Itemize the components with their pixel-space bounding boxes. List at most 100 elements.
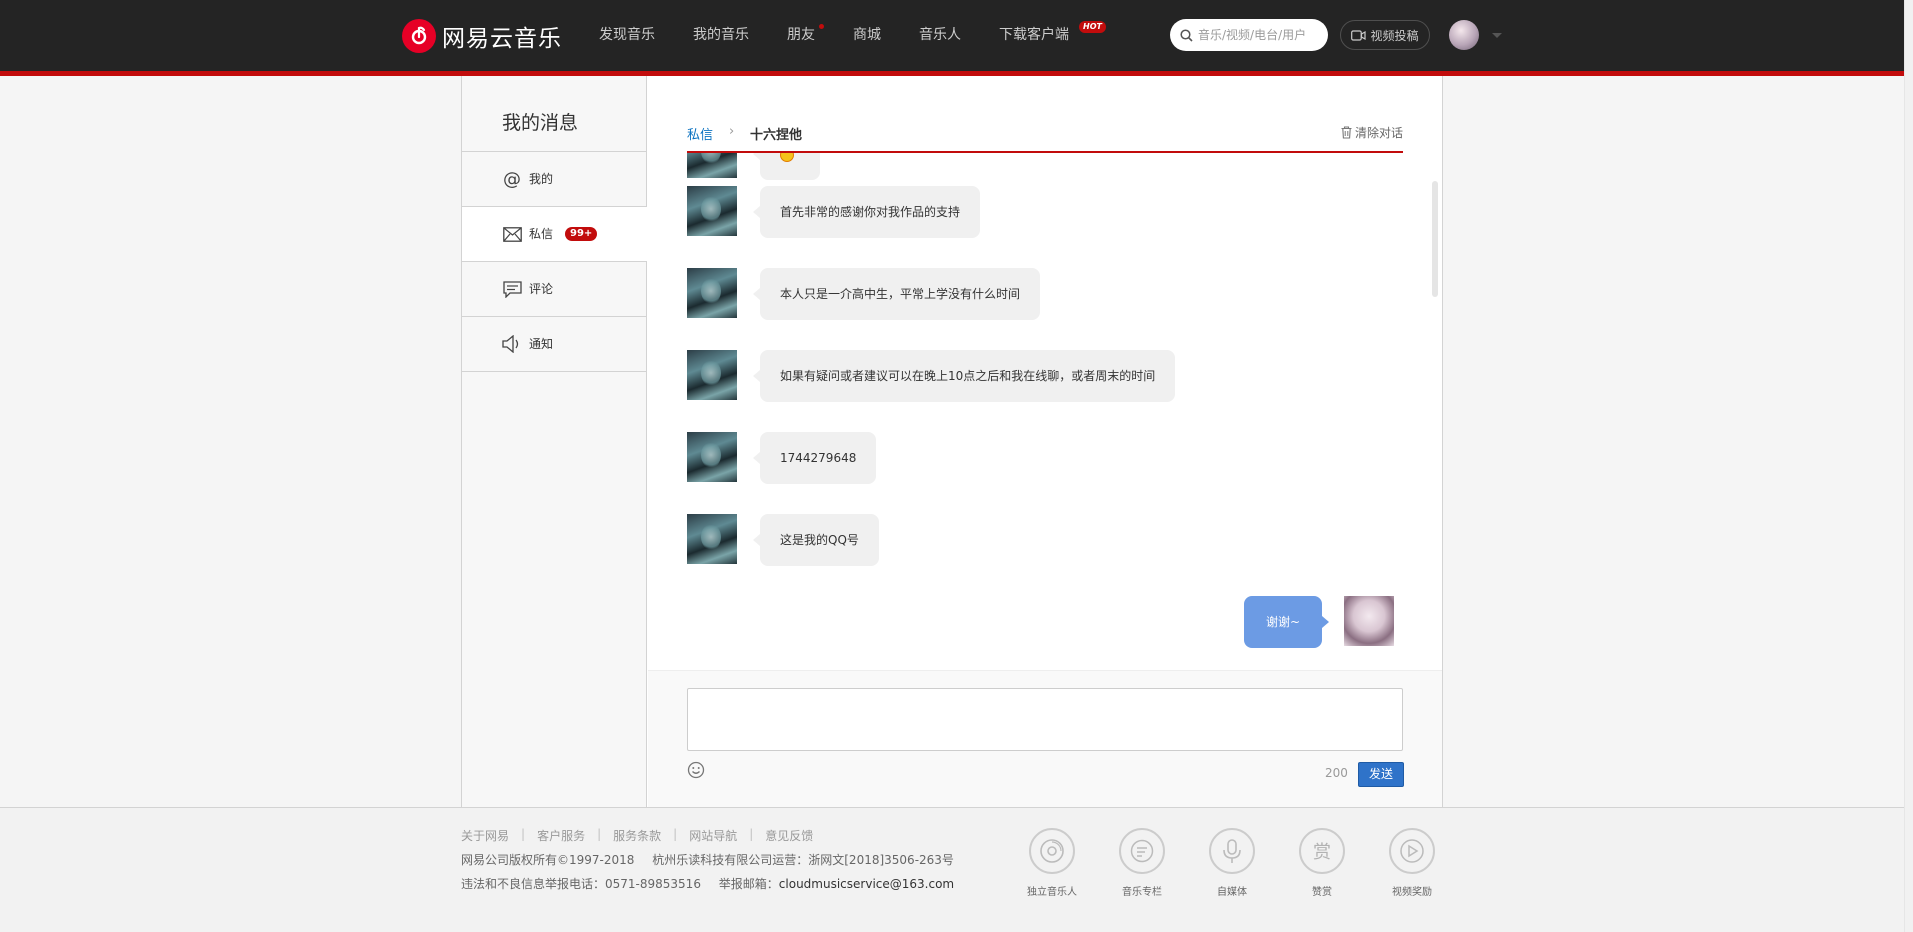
nav-store[interactable]: 商城 <box>834 0 900 71</box>
main-nav: 发现音乐 我的音乐 朋友 商城 音乐人 下载客户端 HOT <box>580 0 1106 71</box>
divider: | <box>749 827 754 841</box>
nav-download[interactable]: 下载客户端 HOT <box>980 0 1106 71</box>
sidebar-item-label: 私信 <box>529 226 554 241</box>
footer-link-terms[interactable]: 服务条款 <box>613 827 661 844</box>
sidebar-item-notifications[interactable]: 通知 <box>462 317 646 372</box>
footer-link-about[interactable]: 关于网易 <box>461 827 509 844</box>
footer-video-reward[interactable]: 视频奖励 <box>1382 828 1442 898</box>
page-scrollbar[interactable] <box>1904 0 1913 932</box>
nav-friends-label: 朋友 <box>787 27 815 43</box>
footer-copyright-line: 网易公司版权所有©1997-2018 杭州乐读科技有限公司运营：浙网文[2018… <box>461 851 954 868</box>
unread-badge: 99+ <box>565 227 598 241</box>
notification-dot <box>819 24 824 29</box>
list-icon <box>1119 828 1165 874</box>
nav-my-music[interactable]: 我的音乐 <box>674 0 768 71</box>
footer-link-service[interactable]: 客户服务 <box>537 827 585 844</box>
divider: | <box>521 827 526 841</box>
footer-link-feedback[interactable]: 意见反馈 <box>765 827 813 844</box>
speaker-icon <box>502 334 522 354</box>
message-bubble: 本人只是一介高中生，平常上学没有什么时间 <box>752 268 1041 320</box>
message-composer: 200 发送 <box>648 670 1442 807</box>
message-item-own: 谢谢~ <box>1243 596 1394 648</box>
sender-avatar[interactable] <box>687 153 737 178</box>
message-item <box>687 153 820 180</box>
nav-friends[interactable]: 朋友 <box>768 0 834 71</box>
emoji-icon <box>780 153 794 162</box>
logo[interactable]: 网易云音乐 <box>402 19 562 53</box>
scrollbar-thumb[interactable] <box>1432 181 1438 297</box>
send-button[interactable]: 发送 <box>1358 762 1404 787</box>
message-scrollbar[interactable] <box>1432 181 1438 663</box>
sender-avatar[interactable] <box>687 268 737 318</box>
divider: | <box>673 827 678 841</box>
chat-panel: 私信 › 十六捏他 清除对话 首先非常的感谢你对我作品的支持 本人只是一介高中生… <box>648 76 1442 807</box>
breadcrumb-private-messages[interactable]: 私信 <box>687 124 713 143</box>
message-bubble: 首先非常的感谢你对我作品的支持 <box>752 186 981 238</box>
message-sidebar: 我的消息 @ 我的 私信 99+ 评论 通知 <box>462 76 647 807</box>
sender-avatar[interactable] <box>687 514 737 564</box>
sidebar-item-comments[interactable]: 评论 <box>462 262 646 317</box>
envelope-icon <box>502 224 522 244</box>
sender-avatar[interactable] <box>687 186 737 236</box>
vinyl-icon <box>1029 828 1075 874</box>
footer-links: 关于网易 | 客户服务 | 服务条款 | 网站导航 | 意见反馈 <box>461 827 813 844</box>
sidebar-item-label: 评论 <box>529 281 554 296</box>
chat-header: 私信 › 十六捏他 清除对话 <box>687 116 1403 153</box>
video-reward-icon <box>1389 828 1435 874</box>
footer-musician[interactable]: 独立音乐人 <box>1022 828 1082 898</box>
video-upload-button[interactable]: 视频投稿 <box>1340 20 1430 50</box>
at-icon: @ <box>503 168 521 190</box>
search-input[interactable] <box>1198 28 1316 42</box>
nav-musician[interactable]: 音乐人 <box>900 0 980 71</box>
footer-reward[interactable]: 赏 赞赏 <box>1292 828 1352 898</box>
sidebar-item-private-messages[interactable]: 私信 99+ <box>462 207 647 262</box>
message-bubble-own: 谢谢~ <box>1243 596 1330 648</box>
trash-icon <box>1341 126 1352 139</box>
message-bubble <box>753 153 820 180</box>
report-email-label: 举报邮箱： <box>718 877 779 891</box>
message-bubble: 1744279648 <box>752 432 877 484</box>
message-item: 首先非常的感谢你对我作品的支持 <box>687 186 981 238</box>
sidebar-item-mentions[interactable]: @ 我的 <box>462 152 646 207</box>
own-avatar[interactable] <box>1344 596 1394 646</box>
sender-avatar[interactable] <box>687 350 737 400</box>
search-box[interactable] <box>1170 19 1328 51</box>
search-icon <box>1180 28 1193 42</box>
top-bar: 网易云音乐 发现音乐 我的音乐 朋友 商城 音乐人 下载客户端 HOT 视频投稿 <box>0 0 1904 71</box>
message-item: 本人只是一介高中生，平常上学没有什么时间 <box>687 268 1041 320</box>
nav-discover[interactable]: 发现音乐 <box>580 0 674 71</box>
chat-partner-name: 十六捏他 <box>750 128 803 143</box>
reward-icon: 赏 <box>1299 828 1345 874</box>
sidebar-title: 我的消息 <box>462 76 646 152</box>
chevron-down-icon[interactable] <box>1492 33 1502 38</box>
netease-logo-icon <box>402 19 436 53</box>
footer-icon-label: 赞赏 <box>1312 887 1332 898</box>
message-input[interactable] <box>687 688 1403 751</box>
footer-column[interactable]: 音乐专栏 <box>1112 828 1172 898</box>
sender-avatar[interactable] <box>687 432 737 482</box>
sidebar-item-label: 通知 <box>529 336 554 351</box>
message-bubble: 如果有疑问或者建议可以在晚上10点之后和我在线聊，或者周末的时间 <box>752 350 1176 402</box>
footer-icon-label: 独立音乐人 <box>1027 887 1077 898</box>
emoji-icon[interactable] <box>687 761 707 781</box>
divider: | <box>597 827 602 841</box>
footer-icon-label: 自媒体 <box>1217 887 1247 898</box>
footer-report-line: 违法和不良信息举报电话：0571-89853516 举报邮箱：cloudmusi… <box>461 875 954 892</box>
message-list[interactable]: 首先非常的感谢你对我作品的支持 本人只是一介高中生，平常上学没有什么时间 如果有… <box>648 153 1442 669</box>
clear-conversation-button[interactable]: 清除对话 <box>1341 124 1403 141</box>
video-upload-label: 视频投稿 <box>1370 28 1419 43</box>
user-avatar[interactable] <box>1449 20 1479 50</box>
nav-download-label: 下载客户端 <box>999 27 1069 43</box>
footer-icon-label: 音乐专栏 <box>1122 887 1162 898</box>
footer: 关于网易 | 客户服务 | 服务条款 | 网站导航 | 意见反馈 网易公司版权所有©19… <box>0 807 1904 932</box>
video-camera-icon <box>1351 29 1367 41</box>
sidebar-item-label: 我的 <box>529 171 554 186</box>
message-item: 1744279648 <box>687 432 877 484</box>
microphone-icon <box>1209 828 1255 874</box>
report-email[interactable]: cloudmusicservice@163.com <box>779 877 954 891</box>
footer-media[interactable]: 自媒体 <box>1202 828 1262 898</box>
footer-link-sitemap[interactable]: 网站导航 <box>689 827 737 844</box>
clear-conversation-label: 清除对话 <box>1354 126 1403 140</box>
message-item: 如果有疑问或者建议可以在晚上10点之后和我在线聊，或者周末的时间 <box>687 350 1176 402</box>
main-content: 我的消息 @ 我的 私信 99+ 评论 通知 私信 › 十六捏他 清除对话 首先… <box>461 76 1443 807</box>
